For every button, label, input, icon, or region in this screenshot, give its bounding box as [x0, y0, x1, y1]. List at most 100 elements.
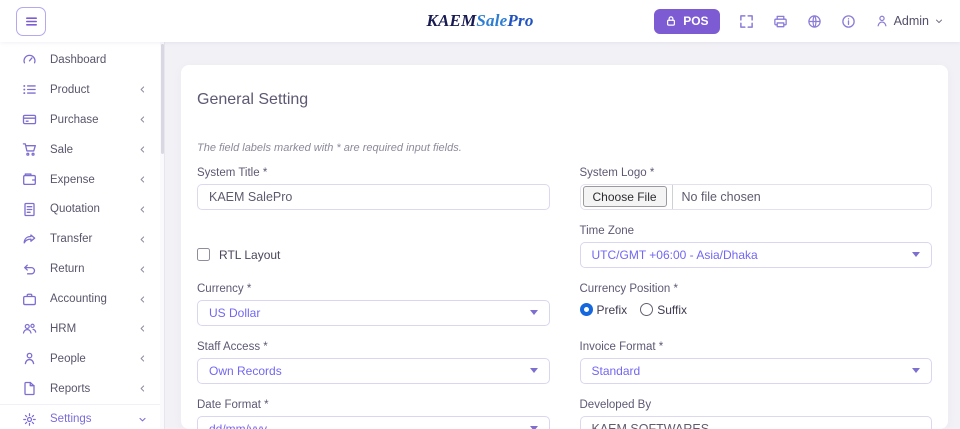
choose-file-button[interactable]: Choose File [583, 186, 667, 207]
sidebar-item-dashboard[interactable]: Dashboard [0, 45, 160, 75]
prefix-radio-option[interactable]: Prefix [580, 303, 628, 317]
gauge-icon [22, 52, 37, 67]
file-input-divider [672, 185, 673, 209]
chevron-down-icon [934, 16, 944, 26]
suffix-radio-option[interactable]: Suffix [640, 303, 687, 317]
sidebar-item-reports[interactable]: Reports [0, 374, 160, 404]
currency-position-radio-group: Prefix Suffix [580, 300, 933, 317]
printer-icon[interactable] [773, 14, 788, 29]
system-title-field-group: System Title * [197, 167, 550, 210]
time-zone-select[interactable]: UTC/GMT +06:00 - Asia/Dhaka [580, 242, 933, 268]
file-text-icon [22, 202, 37, 217]
sidebar-item-quotation[interactable]: Quotation [0, 194, 160, 224]
staff-access-value: Own Records [209, 364, 282, 378]
rtl-layout-label: RTL Layout [219, 248, 280, 262]
staff-access-select[interactable]: Own Records [197, 358, 550, 384]
radio-unchecked-icon[interactable] [640, 303, 653, 316]
logo-part-3: Pro [507, 11, 533, 30]
admin-menu[interactable]: Admin [875, 14, 944, 28]
invoice-format-label: Invoice Format * [580, 341, 933, 353]
chevron-down-icon [912, 368, 920, 373]
time-zone-value: UTC/GMT +06:00 - Asia/Dhaka [592, 248, 758, 262]
chevron-left-icon [138, 295, 147, 304]
invoice-format-field-group: Invoice Format * Standard [580, 341, 933, 384]
sidebar-item-label: Sale [50, 144, 138, 156]
rtl-layout-field-group: RTL Layout [197, 225, 550, 268]
sidebar-item-accounting[interactable]: Accounting [0, 284, 160, 314]
cart-icon [22, 142, 37, 157]
system-title-label: System Title * [197, 167, 550, 179]
scrollbar-thumb[interactable] [161, 44, 164, 154]
currency-field-group: Currency * US Dollar [197, 283, 550, 326]
user-icon [22, 351, 37, 366]
chevron-left-icon [138, 175, 147, 184]
sidebar-item-sale[interactable]: Sale [0, 135, 160, 165]
sidebar-item-label: Settings [50, 413, 138, 425]
fullscreen-icon[interactable] [739, 14, 754, 29]
radio-checked-icon[interactable] [580, 303, 593, 316]
main-content: General Setting The field labels marked … [166, 42, 960, 429]
chevron-down-icon [912, 252, 920, 257]
sidebar-item-settings[interactable]: Settings [0, 404, 160, 429]
currency-select[interactable]: US Dollar [197, 300, 550, 326]
briefcase-icon [22, 292, 37, 307]
pos-button-label: POS [683, 14, 708, 28]
chevron-down-icon [138, 415, 147, 424]
top-bar: KAEMSalePro POS Admin [0, 0, 960, 42]
sidebar-item-label: Dashboard [50, 54, 147, 66]
users-icon [22, 321, 37, 336]
sidebar-item-purchase[interactable]: Purchase [0, 105, 160, 135]
time-zone-label: Time Zone [580, 225, 933, 237]
chevron-left-icon [138, 265, 147, 274]
sidebar-item-transfer[interactable]: Transfer [0, 224, 160, 254]
system-logo-label: System Logo * [580, 167, 933, 179]
user-icon [875, 14, 889, 28]
pos-button[interactable]: POS [654, 9, 719, 34]
sidebar-item-return[interactable]: Return [0, 254, 160, 284]
sidebar-item-people[interactable]: People [0, 344, 160, 374]
currency-label: Currency * [197, 283, 550, 295]
invoice-format-value: Standard [592, 364, 641, 378]
developed-by-input[interactable] [580, 416, 933, 429]
share-icon [22, 232, 37, 247]
sidebar-toggle-button[interactable] [16, 7, 46, 36]
lock-icon [665, 15, 677, 27]
sidebar: Dashboard Product Purchase Sale Expense [0, 42, 160, 429]
sidebar-item-product[interactable]: Product [0, 75, 160, 105]
sidebar-item-expense[interactable]: Expense [0, 165, 160, 195]
date-format-label: Date Format * [197, 399, 550, 411]
system-title-input[interactable] [197, 184, 550, 210]
sidebar-item-label: Return [50, 263, 138, 275]
currency-position-label: Currency Position * [580, 283, 933, 295]
gear-icon [22, 412, 37, 427]
info-icon[interactable] [841, 14, 856, 29]
globe-icon[interactable] [807, 14, 822, 29]
logo-part-1: KAEM [426, 11, 476, 30]
settings-form: System Title * System Logo * Choose File… [197, 167, 932, 429]
chevron-left-icon [138, 235, 147, 244]
sidebar-item-label: People [50, 353, 138, 365]
chevron-left-icon [138, 115, 147, 124]
undo-icon [22, 262, 37, 277]
date-format-value: dd/mm/yyy [209, 422, 267, 429]
developed-by-label: Developed By [580, 399, 933, 411]
list-icon [22, 82, 37, 97]
hamburger-icon [24, 14, 39, 29]
file-chosen-status: No file chosen [682, 190, 761, 204]
system-logo-file-input[interactable]: Choose File No file chosen [580, 184, 933, 210]
sidebar-item-label: Expense [50, 174, 138, 186]
date-format-field-group: Date Format * dd/mm/yyy [197, 399, 550, 429]
rtl-layout-checkbox[interactable] [197, 248, 210, 261]
currency-value: US Dollar [209, 306, 260, 320]
app-logo: KAEMSalePro [426, 11, 533, 31]
sidebar-scrollbar[interactable] [160, 42, 165, 429]
logo-part-2: Sale [476, 11, 507, 30]
required-fields-note: The field labels marked with * are requi… [197, 142, 932, 154]
invoice-format-select[interactable]: Standard [580, 358, 933, 384]
admin-label: Admin [894, 14, 929, 28]
topbar-actions: POS Admin [654, 9, 944, 34]
staff-access-field-group: Staff Access * Own Records [197, 341, 550, 384]
sidebar-item-label: Transfer [50, 233, 138, 245]
sidebar-item-hrm[interactable]: HRM [0, 314, 160, 344]
date-format-select[interactable]: dd/mm/yyy [197, 416, 550, 429]
